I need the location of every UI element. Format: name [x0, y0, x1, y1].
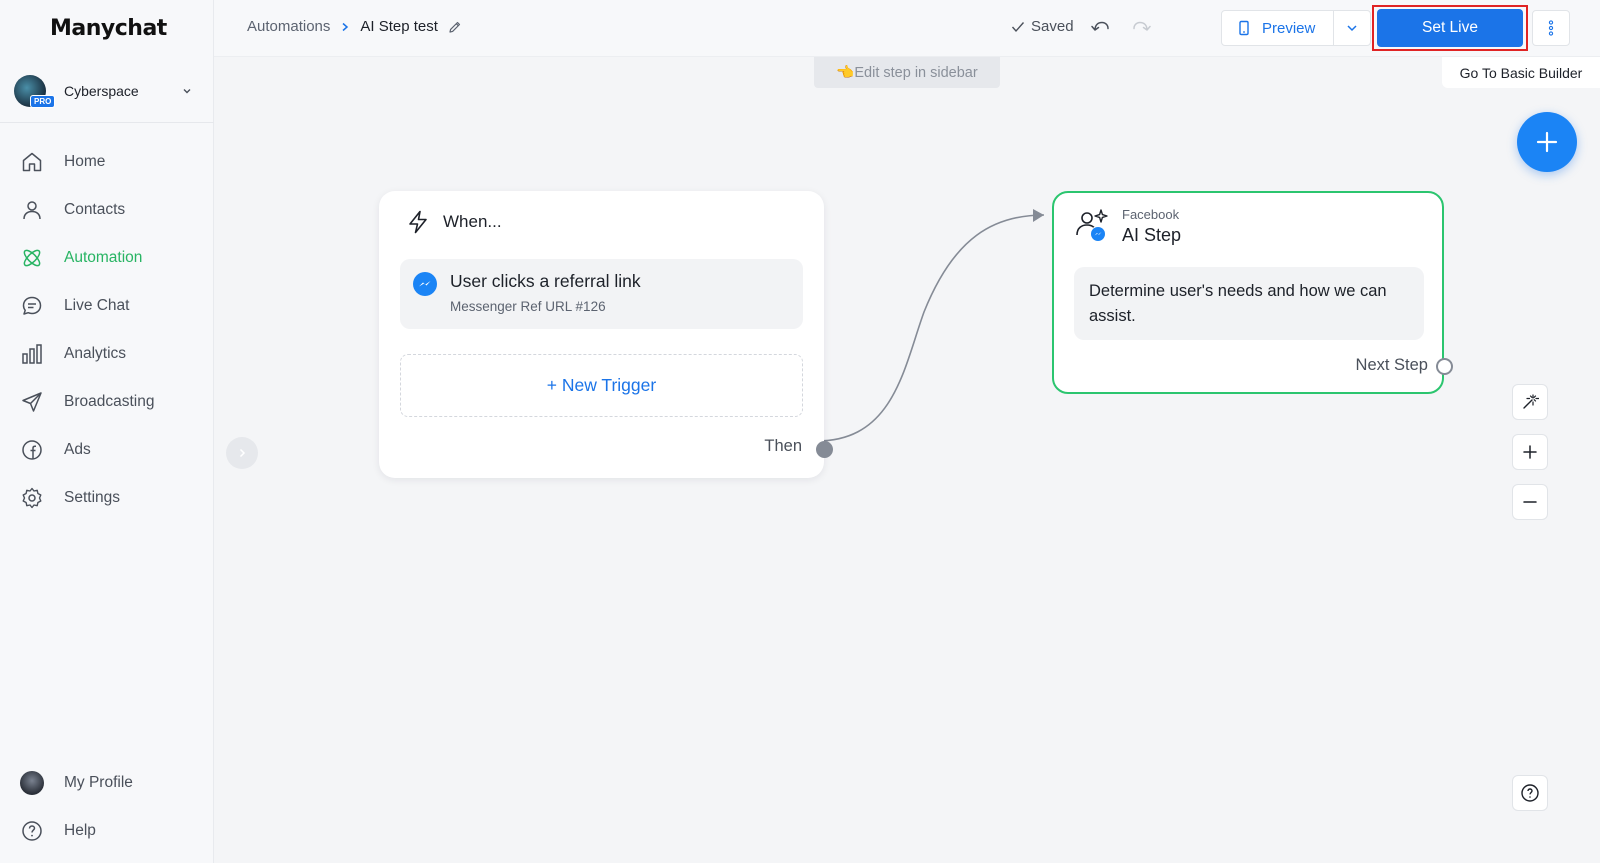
- preview-label: Preview: [1262, 19, 1316, 37]
- home-icon: [22, 152, 42, 172]
- flow-canvas[interactable]: 👈Edit step in sidebar Go To Basic Builde…: [214, 57, 1600, 863]
- lightning-icon: [409, 210, 427, 234]
- next-step-label: Next Step: [1355, 356, 1428, 374]
- avatar: [20, 771, 44, 795]
- trigger-subtitle: Messenger Ref URL #126: [450, 299, 606, 314]
- chevron-right-icon: [342, 22, 349, 31]
- then-output-port[interactable]: [816, 441, 833, 458]
- go-to-basic-builder-button[interactable]: Go To Basic Builder: [1442, 57, 1600, 88]
- sidebar-item-live-chat[interactable]: Live Chat: [0, 282, 214, 330]
- help-icon: [22, 821, 42, 841]
- sidebar-nav: Home Contacts Automation Live Chat Analy…: [0, 138, 214, 522]
- account-switcher[interactable]: PRO Cyberspace: [14, 74, 200, 108]
- send-icon: [22, 392, 42, 412]
- sidebar-item-label: Help: [64, 822, 96, 839]
- pro-badge: PRO: [30, 95, 56, 108]
- sidebar-item-ads[interactable]: Ads: [0, 426, 214, 474]
- more-options-button[interactable]: [1532, 10, 1570, 46]
- account-avatar: PRO: [14, 75, 56, 108]
- sidebar-item-label: Ads: [64, 441, 91, 458]
- sidebar: Manychat PRO Cyberspace Home Contacts Au…: [0, 0, 214, 863]
- preview-options-button[interactable]: [1334, 11, 1370, 45]
- magic-wand-icon: [1523, 394, 1539, 409]
- sidebar-item-home[interactable]: Home: [0, 138, 214, 186]
- gear-icon: [22, 487, 42, 509]
- top-header: Automations AI Step test Saved Preview S…: [214, 0, 1600, 57]
- trigger-title: User clicks a referral link: [450, 271, 641, 291]
- ai-step-title: AI Step: [1122, 225, 1182, 245]
- new-trigger-button[interactable]: + New Trigger: [400, 354, 803, 417]
- sidebar-item-settings[interactable]: Settings: [0, 474, 214, 522]
- ai-agent-icon: [1076, 209, 1108, 242]
- zoom-out-button[interactable]: [1512, 484, 1548, 520]
- bar-chart-icon: [22, 344, 42, 364]
- undo-icon[interactable]: [1088, 16, 1112, 40]
- manychat-logo[interactable]: Manychat: [50, 16, 167, 41]
- sidebar-item-label: Analytics: [64, 345, 127, 362]
- sidebar-divider: [0, 122, 214, 123]
- save-status-text: Saved: [1031, 18, 1074, 35]
- expand-sidebar-button[interactable]: [226, 437, 258, 469]
- next-step-output-port[interactable]: [1436, 358, 1453, 375]
- canvas-help-button[interactable]: [1512, 775, 1548, 811]
- sidebar-item-help[interactable]: Help: [0, 807, 214, 855]
- pencil-icon[interactable]: [448, 20, 462, 34]
- sidebar-item-label: Live Chat: [64, 297, 130, 314]
- sidebar-item-broadcasting[interactable]: Broadcasting: [0, 378, 214, 426]
- trigger-node-header: When...: [405, 209, 502, 235]
- edit-step-hint: 👈Edit step in sidebar: [814, 57, 1000, 88]
- account-name: Cyberspace: [64, 83, 139, 99]
- trigger-node-heading: When...: [443, 212, 502, 231]
- preview-button[interactable]: Preview: [1222, 11, 1334, 45]
- sidebar-item-contacts[interactable]: Contacts: [0, 186, 214, 234]
- breadcrumb: Automations AI Step test: [247, 18, 462, 35]
- ai-step-platform: Facebook: [1122, 207, 1180, 222]
- chevron-down-icon: [1347, 25, 1357, 32]
- ai-step-node[interactable]: Facebook AI Step Determine user's needs …: [1052, 191, 1453, 394]
- user-icon: [23, 201, 41, 220]
- preview-split-button: Preview: [1221, 10, 1371, 46]
- chevron-down-icon: [183, 89, 191, 94]
- sidebar-item-label: Home: [64, 153, 106, 170]
- chevron-right-icon: [239, 448, 246, 458]
- minus-icon: [1523, 501, 1537, 503]
- messenger-icon: [413, 272, 437, 296]
- breadcrumb-automations-link[interactable]: Automations: [247, 18, 330, 35]
- add-step-button[interactable]: [1517, 112, 1577, 172]
- save-status: Saved: [1011, 18, 1074, 35]
- plus-icon: [1523, 445, 1537, 459]
- help-icon: [1521, 784, 1539, 802]
- ai-step-instruction[interactable]: Determine user's needs and how we can as…: [1074, 267, 1424, 340]
- trigger-node[interactable]: When... User clicks a referral link Mess…: [379, 191, 833, 478]
- sidebar-item-automation[interactable]: Automation: [0, 234, 214, 282]
- chat-icon: [22, 296, 42, 315]
- automation-title: AI Step test: [360, 18, 438, 35]
- sidebar-item-my-profile[interactable]: My Profile: [0, 759, 214, 807]
- sidebar-item-label: Broadcasting: [64, 393, 155, 410]
- sidebar-item-label: Automation: [64, 249, 143, 266]
- redo-icon: [1133, 21, 1151, 31]
- plus-icon: [1536, 131, 1558, 153]
- check-icon: [1011, 21, 1025, 32]
- sidebar-item-analytics[interactable]: Analytics: [0, 330, 214, 378]
- phone-icon: [1239, 20, 1249, 36]
- sidebar-item-label: Contacts: [64, 201, 126, 218]
- set-live-button[interactable]: Set Live: [1377, 9, 1523, 47]
- then-label: Then: [764, 437, 802, 455]
- facebook-icon: [22, 440, 42, 460]
- more-vertical-icon: [1548, 20, 1554, 36]
- sidebar-bottom-nav: My Profile Help: [0, 759, 214, 855]
- sidebar-item-label: My Profile: [64, 774, 133, 791]
- automation-icon: [23, 249, 41, 267]
- magic-arrange-button[interactable]: [1512, 384, 1548, 420]
- sidebar-item-label: Settings: [64, 489, 121, 506]
- trigger-item[interactable]: User clicks a referral link Messenger Re…: [400, 259, 803, 329]
- zoom-in-button[interactable]: [1512, 434, 1548, 470]
